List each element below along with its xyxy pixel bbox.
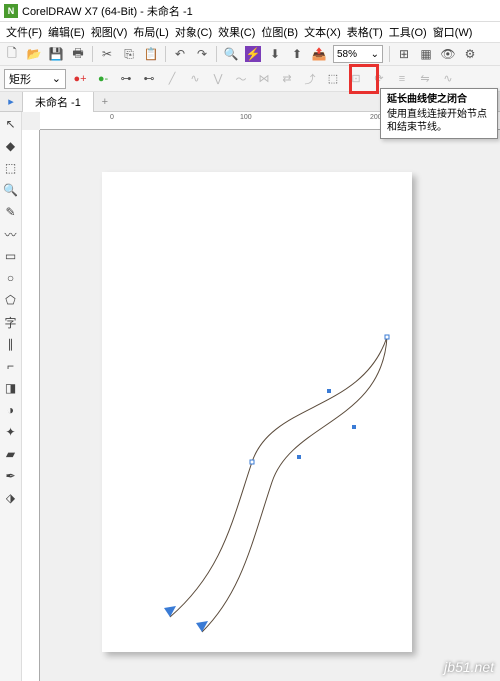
preview-icon[interactable]: 👁	[440, 46, 456, 62]
tooltip-title: 延长曲线使之闭合	[387, 93, 491, 106]
tutorial-highlight-icon	[349, 64, 379, 94]
chevron-down-icon: ⌄	[371, 49, 379, 60]
node-shape-dropdown[interactable]: 矩形 ⌄	[4, 69, 66, 89]
menu-view[interactable]: 视图(V)	[91, 24, 128, 40]
grid-icon[interactable]: ▦	[418, 46, 434, 62]
export-icon[interactable]: ⬆	[289, 46, 305, 62]
add-tab-button[interactable]: +	[96, 94, 114, 110]
separator-icon	[389, 46, 390, 62]
menu-window[interactable]: 窗口(W)	[433, 24, 473, 40]
smooth-node-icon[interactable]: 〜	[232, 70, 250, 88]
eyedropper-tool-icon[interactable]: ✦	[3, 424, 19, 440]
separator-icon	[165, 46, 166, 62]
cut-icon[interactable]: ✂	[99, 46, 115, 62]
rectangle-tool-icon[interactable]: ▭	[3, 248, 19, 264]
transparency-tool-icon[interactable]: ◑	[3, 402, 19, 418]
window-title: CorelDRAW X7 (64-Bit) - 未命名 -1	[22, 3, 193, 19]
fill-tool-icon[interactable]: ▰	[3, 446, 19, 462]
dropshadow-tool-icon[interactable]: ◨	[3, 380, 19, 396]
outline-tool-icon[interactable]: ✒	[3, 468, 19, 484]
undo-icon[interactable]: ↶	[172, 46, 188, 62]
to-line-icon[interactable]: ╱	[163, 70, 181, 88]
tooltip: 延长曲线使之闭合 使用直线连接开始节点和结束节线。	[380, 88, 498, 139]
document-tab-active[interactable]: 未命名 -1	[22, 91, 94, 112]
menu-effects[interactable]: 效果(C)	[218, 24, 255, 40]
connector-tool-icon[interactable]: ⌐	[3, 358, 19, 374]
workspace: ↖ ◆ ⬚ 🔍 ✎ 〰 ▭ ○ ⬠ 字 ∥ ⌐ ◨ ◑ ✦ ▰ ✒ ⬗ 0 10…	[0, 112, 500, 681]
zoom-value: 58%	[337, 49, 357, 60]
redo-icon[interactable]: ↷	[194, 46, 210, 62]
new-icon[interactable]: 🗋	[4, 46, 20, 62]
search-icon[interactable]: 🔍	[223, 46, 239, 62]
curve-artwork	[102, 172, 412, 652]
cusp-node-icon[interactable]: ⋁	[209, 70, 227, 88]
copy-icon[interactable]: ⎘	[121, 46, 137, 62]
chevron-down-icon: ⌄	[52, 72, 61, 85]
polygon-tool-icon[interactable]: ⬠	[3, 292, 19, 308]
titlebar: N CorelDRAW X7 (64-Bit) - 未命名 -1	[0, 0, 500, 22]
tooltip-body: 使用直线连接开始节点和结束节线。	[387, 108, 491, 134]
publish-icon[interactable]: 📤	[311, 46, 327, 62]
ruler-tick-label: 100	[240, 114, 252, 121]
print-icon[interactable]: 🖶	[70, 46, 86, 62]
effects-icon[interactable]: ⚡	[245, 46, 261, 62]
extend-curve-close-icon[interactable]: ⬚	[324, 70, 342, 88]
menu-file[interactable]: 文件(F)	[6, 24, 42, 40]
menu-bitmap[interactable]: 位图(B)	[261, 24, 298, 40]
ellipse-tool-icon[interactable]: ○	[3, 270, 19, 286]
align-icon[interactable]: ≡	[393, 70, 411, 88]
break-node-icon[interactable]: ⊷	[140, 70, 158, 88]
reverse-icon[interactable]: ⇄	[278, 70, 296, 88]
ruler-tick-label: 0	[110, 114, 114, 121]
drawing-page[interactable]	[102, 172, 412, 652]
app-logo-icon: N	[4, 4, 18, 18]
parallel-tool-icon[interactable]: ∥	[3, 336, 19, 352]
artistic-tool-icon[interactable]: 〰	[3, 226, 19, 242]
to-curve-icon[interactable]: ∿	[186, 70, 204, 88]
menu-layout[interactable]: 布局(L)	[133, 24, 168, 40]
shape-tool-icon[interactable]: ◆	[3, 138, 19, 154]
menubar: 文件(F) 编辑(E) 视图(V) 布局(L) 对象(C) 效果(C) 位图(B…	[0, 22, 500, 42]
shape-label: 矩形	[9, 71, 31, 87]
zoom-level-input[interactable]: 58% ⌄	[333, 45, 383, 63]
canvas-area[interactable]: 0 100 200	[22, 112, 500, 681]
freehand-tool-icon[interactable]: ✎	[3, 204, 19, 220]
extract-icon[interactable]: ⤴	[301, 70, 319, 88]
tab-scroll-left-icon[interactable]: ▸	[2, 95, 20, 109]
delete-node-icon[interactable]: ●-	[94, 70, 112, 88]
menu-tools[interactable]: 工具(O)	[389, 24, 427, 40]
main-toolbar: 🗋 📂 💾 🖶 ✂ ⎘ 📋 ↶ ↷ 🔍 ⚡ ⬇ ⬆ 📤 58% ⌄ ⊞ ▦ 👁 …	[0, 42, 500, 66]
text-tool-icon[interactable]: 字	[3, 314, 19, 330]
watermark: jb51.net	[444, 659, 494, 675]
join-nodes-icon[interactable]: ⊶	[117, 70, 135, 88]
menu-edit[interactable]: 编辑(E)	[48, 24, 85, 40]
zoom-tool-icon[interactable]: 🔍	[3, 182, 19, 198]
elastic-icon[interactable]: ∿	[439, 70, 457, 88]
ruler-vertical[interactable]	[22, 130, 40, 681]
crop-tool-icon[interactable]: ⬚	[3, 160, 19, 176]
paste-icon[interactable]: 📋	[143, 46, 159, 62]
symmetric-node-icon[interactable]: ⋈	[255, 70, 273, 88]
snap-icon[interactable]: ⊞	[396, 46, 412, 62]
import-icon[interactable]: ⬇	[267, 46, 283, 62]
separator-icon	[216, 46, 217, 62]
open-icon[interactable]: 📂	[26, 46, 42, 62]
add-node-icon[interactable]: ●+	[71, 70, 89, 88]
reflect-h-icon[interactable]: ⇋	[416, 70, 434, 88]
interactive-tool-icon[interactable]: ⬗	[3, 490, 19, 506]
save-icon[interactable]: 💾	[48, 46, 64, 62]
toolbox: ↖ ◆ ⬚ 🔍 ✎ 〰 ▭ ○ ⬠ 字 ∥ ⌐ ◨ ◑ ✦ ▰ ✒ ⬗	[0, 112, 22, 681]
menu-table[interactable]: 表格(T)	[347, 24, 383, 40]
menu-text[interactable]: 文本(X)	[304, 24, 341, 40]
separator-icon	[92, 46, 93, 62]
pick-tool-icon[interactable]: ↖	[3, 116, 19, 132]
options-icon[interactable]: ⚙	[462, 46, 478, 62]
menu-object[interactable]: 对象(C)	[175, 24, 212, 40]
